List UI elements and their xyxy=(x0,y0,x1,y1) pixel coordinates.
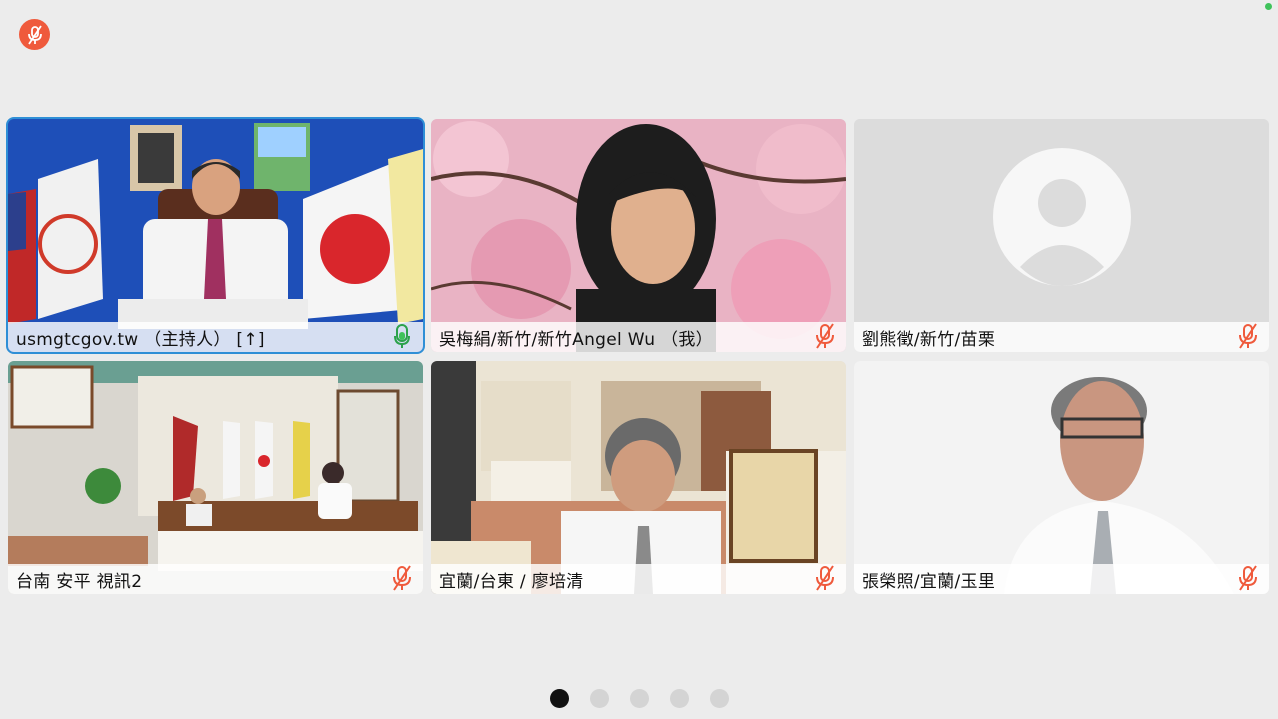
connection-dot-icon xyxy=(1265,3,1272,10)
participant-name: 吳梅絹/新竹/新竹Angel Wu （我） xyxy=(439,329,713,350)
participant-name: 張榮照/宜蘭/玉里 xyxy=(862,571,996,592)
mic-muted-icon xyxy=(27,25,42,44)
video-tile-participant[interactable]: 劉熊徵/新竹/苗栗 xyxy=(854,119,1269,352)
participant-name-bar: 宜蘭/台東 / 廖培清 xyxy=(431,564,846,594)
page-dot-5[interactable] xyxy=(710,689,729,708)
participant-name-bar: usmgtcgov.tw （主持人） [↑] xyxy=(8,322,423,352)
page-dot-2[interactable] xyxy=(590,689,609,708)
video-tile-self[interactable]: 吳梅絹/新竹/新竹Angel Wu （我） xyxy=(431,119,846,352)
participant-name: 宜蘭/台東 / 廖培清 xyxy=(439,571,584,592)
participant-name-bar: 劉熊徵/新竹/苗栗 xyxy=(854,322,1269,352)
room-video xyxy=(8,361,423,594)
page-dot-1[interactable] xyxy=(550,689,569,708)
video-tile-participant[interactable]: 張榮照/宜蘭/玉里 xyxy=(854,361,1269,594)
mic-muted-icon xyxy=(816,323,834,349)
self-video xyxy=(431,119,846,352)
participant-name-bar: 張榮照/宜蘭/玉里 xyxy=(854,564,1269,594)
page-dot-4[interactable] xyxy=(670,689,689,708)
participant-video xyxy=(854,361,1269,594)
avatar-placeholder xyxy=(854,119,1269,352)
participant-name: usmgtcgov.tw （主持人） [↑] xyxy=(16,329,265,350)
participant-name-bar: 台南 安平 視訊2 xyxy=(8,564,423,594)
video-tile-participant[interactable]: 台南 安平 視訊2 xyxy=(8,361,423,594)
participant-name: 劉熊徵/新竹/苗栗 xyxy=(862,329,996,350)
page-indicator xyxy=(550,689,729,708)
host-video xyxy=(8,119,423,352)
office-video xyxy=(431,361,846,594)
mic-muted-icon xyxy=(1239,565,1257,591)
video-tile-host[interactable]: usmgtcgov.tw （主持人） [↑] xyxy=(6,117,425,354)
mic-muted-icon xyxy=(816,565,834,591)
mic-active-icon xyxy=(394,324,410,348)
participant-name-bar: 吳梅絹/新竹/新竹Angel Wu （我） xyxy=(431,322,846,352)
mute-button[interactable] xyxy=(19,19,50,50)
participant-name: 台南 安平 視訊2 xyxy=(16,571,143,592)
page-dot-3[interactable] xyxy=(630,689,649,708)
video-tile-participant[interactable]: 宜蘭/台東 / 廖培清 xyxy=(431,361,846,594)
mic-muted-icon xyxy=(1239,323,1257,349)
mic-muted-icon xyxy=(393,565,411,591)
